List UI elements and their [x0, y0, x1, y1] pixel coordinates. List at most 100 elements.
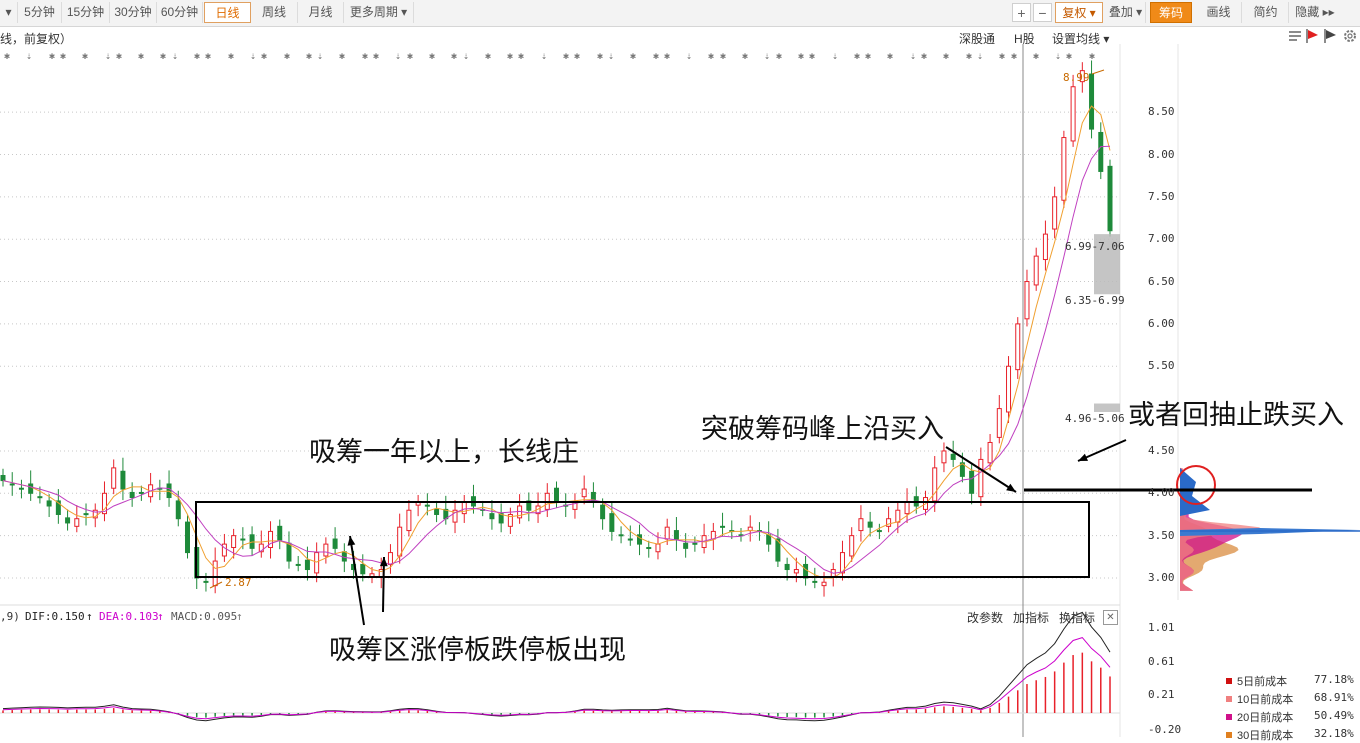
candle-body — [9, 483, 15, 486]
candle-body — [1042, 233, 1048, 261]
candle-body — [581, 488, 587, 498]
candle-body — [987, 441, 993, 464]
macd-params: ,9) — [0, 610, 20, 623]
period-60min-button[interactable]: 60分钟 — [157, 2, 203, 23]
macd-change-params-button[interactable]: 改参数 — [967, 609, 1003, 626]
zone-label-2: 6.35-6.99 — [1065, 294, 1125, 307]
simple-mode-button[interactable]: 简约 — [1243, 2, 1289, 23]
candle-body — [397, 526, 403, 557]
candle-body — [314, 552, 320, 574]
candle-body — [65, 517, 71, 524]
event-marker: ✱ — [1033, 51, 1039, 62]
y-tick-label: 6.00 — [1148, 316, 1175, 330]
period-30min-button[interactable]: 30分钟 — [110, 2, 157, 23]
list-icon[interactable] — [1288, 29, 1302, 43]
candle-body — [489, 513, 495, 520]
period-5min-button[interactable]: 5分钟 — [18, 2, 62, 23]
low-price-label: 2.87 — [225, 576, 252, 589]
candle-body — [341, 551, 347, 562]
zone-label-3: 4.96-5.06 — [1065, 412, 1125, 425]
candle-body — [803, 563, 809, 579]
candle-body — [904, 501, 910, 515]
candle-body — [867, 521, 873, 528]
candle-body — [277, 525, 283, 541]
candle-body — [37, 496, 43, 499]
candle-body — [655, 543, 661, 553]
candle-body — [1089, 73, 1095, 130]
y-tick-label: 7.50 — [1148, 189, 1175, 203]
event-marker: ⇣ — [463, 51, 469, 62]
candle-body — [950, 453, 956, 460]
chip-recent — [1180, 468, 1210, 516]
event-marker: ⇣ — [172, 51, 178, 62]
period-dropdown-arrow[interactable]: ▾ — [0, 2, 18, 23]
ma10-line — [2, 145, 1111, 574]
candle-body — [1070, 86, 1076, 142]
macd-add-indicator-button[interactable]: 加指标 — [1013, 609, 1049, 626]
candle-body — [74, 518, 80, 527]
candle-body — [295, 563, 301, 566]
event-marker: ✱ — [373, 51, 379, 62]
legend-swatch — [1226, 678, 1232, 684]
y-tick-label: 6.50 — [1148, 274, 1175, 288]
flag-red-icon[interactable] — [1305, 28, 1319, 44]
macd-close-icon[interactable]: ✕ — [1103, 610, 1118, 625]
event-marker: ✱ — [563, 51, 569, 62]
event-marker: ✱ — [60, 51, 66, 62]
up-arrow-icon: ↑ — [157, 610, 164, 623]
draw-line-button[interactable]: 画线 — [1196, 2, 1242, 23]
macd-histogram-value: MACD:0.095 — [171, 610, 238, 623]
event-marker: ✱ — [574, 51, 580, 62]
event-marker: ✱ — [82, 51, 88, 62]
zoom-out-button[interactable]: − — [1033, 3, 1052, 22]
overlay-dropdown[interactable]: 叠加 ▾ — [1106, 2, 1146, 23]
limit-up-arrow — [349, 535, 365, 626]
candle-body — [692, 542, 698, 545]
annotation-accumulate: 吸筹一年以上，长线庄 — [309, 437, 579, 467]
y-tick-label: 5.50 — [1148, 359, 1175, 373]
event-marker: ✱ — [1066, 51, 1072, 62]
candle-body — [646, 547, 652, 550]
period-15min-button[interactable]: 15分钟 — [62, 2, 110, 23]
candle-body — [387, 552, 393, 565]
event-marker: ✱ — [451, 51, 457, 62]
flag-dark-icon[interactable] — [1323, 28, 1337, 44]
hide-panel-button[interactable]: 隐藏 ▸▸ — [1290, 2, 1340, 23]
candle-body — [858, 518, 864, 532]
event-marker: ✱ — [306, 51, 312, 62]
event-marker: ✱ — [284, 51, 290, 62]
macd-dea-value: DEA:0.103 — [99, 610, 159, 623]
event-marker: ✱ — [664, 51, 670, 62]
more-periods-dropdown[interactable]: 更多周期 ▾ — [344, 2, 414, 23]
candle-body — [996, 408, 1002, 438]
event-marker: ✱ — [1011, 51, 1017, 62]
candle-body — [554, 487, 559, 503]
event-marker: ✱ — [507, 51, 513, 62]
period-weekly-button[interactable]: 周线 — [251, 2, 298, 23]
legend-label: 20日前成本 — [1237, 712, 1294, 724]
price-grid — [0, 44, 1179, 737]
period-monthly-button[interactable]: 月线 — [298, 2, 344, 23]
event-marker: ✱ — [854, 51, 860, 62]
candle-body — [600, 504, 606, 520]
event-marker: ✱ — [865, 51, 871, 62]
fuquan-dropdown[interactable]: 复权 ▾ — [1055, 2, 1103, 23]
event-marker: ✱ — [49, 51, 55, 62]
macd-switch-indicator-button[interactable]: 换指标 — [1059, 609, 1095, 626]
event-marker: ⇣ — [317, 51, 323, 62]
legend-swatch — [1226, 696, 1232, 702]
chips-button[interactable]: 筹码 — [1150, 2, 1192, 23]
period-daily-button[interactable]: 日线 — [204, 2, 251, 23]
candle-body — [203, 580, 209, 583]
event-marker: ✱ — [720, 51, 726, 62]
candle-body — [1107, 165, 1113, 232]
candle-body — [111, 467, 117, 489]
zoom-in-button[interactable]: + — [1012, 3, 1031, 22]
candle-body — [240, 538, 246, 541]
candles — [0, 60, 1113, 597]
gear-icon[interactable] — [1342, 28, 1358, 44]
macd-y-tick-label: 0.61 — [1148, 654, 1175, 668]
event-marker: ✱ — [887, 51, 893, 62]
event-marker: ✱ — [708, 51, 714, 62]
candle-body — [720, 525, 726, 528]
